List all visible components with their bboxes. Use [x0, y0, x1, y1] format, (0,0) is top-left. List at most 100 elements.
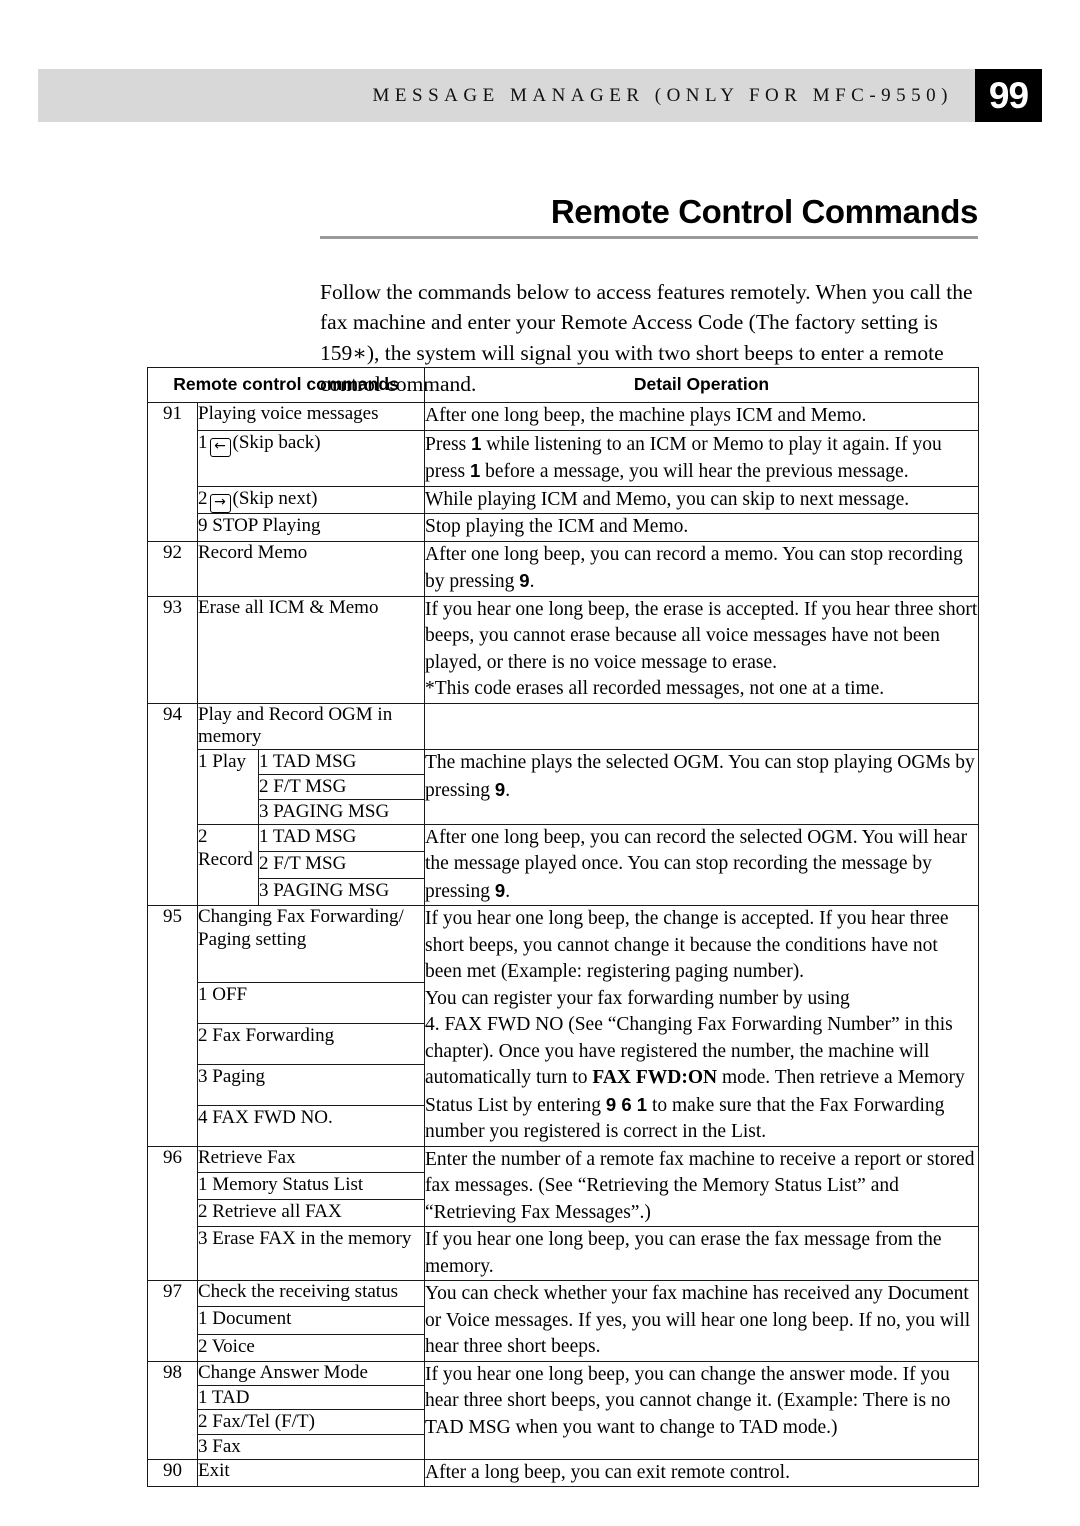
command-code: 97: [147, 1280, 198, 1362]
command-detail: If you hear one long beep, the change is…: [424, 905, 980, 1147]
subitem-paging-msg: 3 PAGING MSG: [257, 798, 426, 825]
command-label: Check the receiving status: [196, 1280, 426, 1308]
subitem-tad: 1 TAD: [196, 1384, 426, 1411]
command-detail: After a long beep, you can exit remote c…: [424, 1458, 980, 1488]
command-code: 93: [147, 595, 198, 704]
subitem-voice: 2 Voice: [196, 1333, 426, 1362]
subcommand-number: 1: [198, 431, 208, 453]
detail-key: 9: [494, 879, 506, 901]
table-header-row: Remote control commands Detail Operation: [146, 367, 980, 403]
command-detail: Enter the number of a remote fax machine…: [424, 1145, 980, 1228]
command-label: Changing Fax Forwarding/ Paging setting: [196, 905, 426, 984]
remote-control-commands-table: Remote control commands Detail Operation…: [146, 367, 980, 1488]
command-label: Exit: [196, 1458, 426, 1488]
subitem-retrieve-all-fax: 2 Retrieve all FAX: [196, 1199, 426, 1228]
command-detail: The machine plays the selected OGM. You …: [424, 749, 980, 825]
table-row: 1 Play 1 TAD MSG The machine plays the s…: [148, 749, 980, 825]
detail-text: .: [505, 880, 511, 902]
command-label: Retrieve Fax: [196, 1145, 426, 1173]
subitem-mode-abbrev: F/T: [281, 1411, 309, 1433]
command-label: Record Memo: [196, 540, 426, 597]
subitem-label: 2 Fax/Tel (: [198, 1411, 282, 1433]
subitem-memory-status-list: 1 Memory Status List: [196, 1171, 426, 1201]
command-code: 91: [147, 402, 198, 542]
subitem-fax: 3 Fax: [196, 1434, 426, 1460]
subitem-paging: 3 Paging: [196, 1063, 426, 1106]
table-row: 1 ← (Skip back) Press 1 while listening to…: [148, 429, 980, 487]
table-row: 91 Playing voice messages After one long…: [147, 402, 980, 542]
command-detail: Stop playing the ICM and Memo.: [424, 513, 980, 542]
command-detail: If you hear one long beep, you can erase…: [424, 1226, 980, 1282]
command-detail: After one long beep, the machine plays I…: [424, 402, 980, 431]
subitem-off: 1 OFF: [196, 982, 426, 1024]
table-row: 97 Check the receiving status You can ch…: [147, 1280, 980, 1362]
command-detail: After one long beep, you can record the …: [424, 823, 980, 907]
command-detail-empty: [424, 702, 980, 751]
subitem-erase-fax-in-memory: 3 Erase FAX in the memory: [196, 1226, 426, 1282]
command-detail: If you hear one long beep, the erase is …: [424, 595, 980, 704]
table-row: 93 Erase all ICM & Memo If you hear one …: [147, 595, 980, 704]
detail-text: After one long beep, you can record a me…: [425, 543, 963, 593]
detail-key: 1: [469, 460, 481, 482]
command-detail: Press 1 while listening to an ICM or Mem…: [424, 429, 980, 487]
command-label: Change Answer Mode: [196, 1360, 426, 1386]
page-number: 99: [988, 75, 1029, 116]
subcommand-number: 2: [198, 487, 208, 509]
title-divider: [320, 235, 978, 239]
detail-mode-name: FAX FWD:ON: [592, 1067, 718, 1089]
command-detail: While playing ICM and Memo, you can skip…: [424, 485, 980, 515]
detail-paragraph-2: You can register your fax forwarding num…: [425, 987, 850, 1009]
detail-key-sequence: 9 6 1: [605, 1093, 648, 1115]
subitem-ft-msg: 2 F/T MSG: [257, 850, 426, 879]
command-code: 98: [147, 1360, 198, 1460]
table-row: 94 Play and Record OGM in memory: [147, 702, 980, 907]
detail-text: Press: [425, 433, 472, 455]
subcommand-skip-back: 1 ← (Skip back): [196, 429, 426, 487]
detail-text-line2: *This code erases all recorded messages,…: [425, 678, 885, 700]
detail-paragraph-1: If you hear one long beep, the change is…: [425, 908, 949, 983]
table-row: 95 Changing Fax Forwarding/ Paging setti…: [147, 905, 980, 1147]
subitem-fax-fwd-no: 4 FAX FWD NO.: [196, 1104, 426, 1147]
detail-key: 9: [519, 570, 530, 592]
running-head-text: MESSAGE MANAGER (ONLY FOR MFC-9550): [372, 84, 953, 106]
table-row: 3 Erase FAX in the memory If you hear on…: [148, 1226, 980, 1282]
subcommand-skip-next: 2 → (Skip next): [196, 485, 426, 515]
command-code: 90: [147, 1458, 198, 1488]
subcommand-stop-playing: 9 STOP Playing: [196, 513, 426, 542]
subgroup-record: 2 Record: [197, 823, 259, 907]
command-label: Play and Record OGM in memory: [196, 702, 426, 751]
running-head-bar: MESSAGE MANAGER (ONLY FOR MFC-9550): [38, 69, 975, 122]
subcommand-label: (Skip back): [232, 431, 321, 453]
command-label: Playing voice messages: [196, 402, 426, 431]
command-code: 92: [147, 540, 198, 597]
subitem-label: 3 Erase FAX in the memory: [198, 1228, 412, 1250]
command-code: 96: [147, 1145, 198, 1282]
subitem-tad-msg: 1 TAD MSG: [257, 823, 426, 852]
arrow-right-key-icon: →: [209, 493, 231, 513]
subitem-document: 1 Document: [196, 1306, 426, 1335]
command-detail: You can check whether your fax machine h…: [424, 1280, 980, 1362]
detail-key: 9: [494, 778, 506, 800]
subitem-ft-msg: 2 F/T MSG: [257, 774, 426, 800]
page-number-box: 99: [975, 69, 1042, 122]
page-title: Remote Control Commands: [550, 193, 979, 230]
table-row: 98 Change Answer Mode If you hear one lo…: [147, 1360, 980, 1460]
table-row: 9 STOP Playing Stop playing the ICM and …: [148, 513, 980, 542]
command-code: 95: [147, 905, 198, 1147]
table-row: 90 Exit After a long beep, you can exit …: [147, 1458, 980, 1488]
subcommand-label: (Skip next): [232, 487, 318, 509]
detail-text-line1: If you hear one long beep, the erase is …: [425, 598, 978, 673]
table-row: 92 Record Memo After one long beep, you …: [147, 540, 980, 597]
subitem-fax-tel: 2 Fax/Tel (F/T): [196, 1409, 426, 1436]
detail-text: .: [529, 571, 535, 593]
title-block: Remote Control Commands: [320, 193, 979, 239]
detail-text: before a message, you will hear the prev…: [480, 461, 909, 483]
header-detail: Detail Operation: [424, 367, 980, 403]
command-detail: If you hear one long beep, you can chang…: [424, 1360, 980, 1460]
table-row: 2 → (Skip next) While playing ICM and Memo…: [148, 485, 980, 515]
subitem-label: ): [308, 1411, 315, 1433]
command-detail: After one long beep, you can record a me…: [424, 540, 980, 597]
detail-text: .: [505, 779, 511, 801]
table-row: 2 Record 1 TAD MSG After one long beep, …: [148, 823, 980, 907]
subitem-fax-forwarding: 2 Fax Forwarding: [196, 1022, 426, 1065]
